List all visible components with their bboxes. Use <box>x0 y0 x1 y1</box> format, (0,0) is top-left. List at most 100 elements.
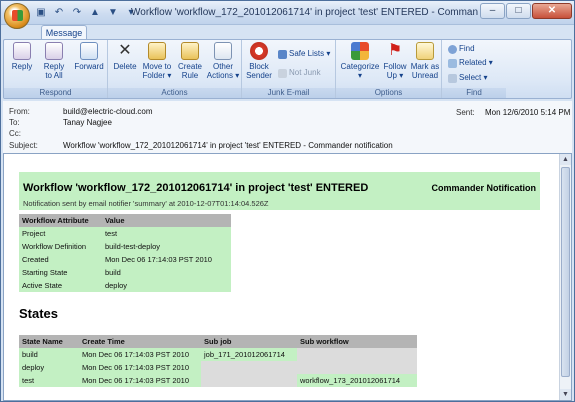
related-icon <box>448 58 457 68</box>
document-icon <box>214 42 232 60</box>
mark-label-1: Mark as <box>410 62 440 71</box>
quick-access-toolbar: ▣ ↶ ↷ ▲ ▼ ▾ <box>35 6 137 20</box>
state-name: deploy <box>19 361 79 374</box>
state-create-time: Mon Dec 06 17:14:03 PST 2010 <box>79 361 201 374</box>
table-row: test Mon Dec 06 17:14:03 PST 2010 workfl… <box>19 374 417 387</box>
follow-label-2: Up ▾ <box>386 71 404 80</box>
options-group: Categorize ▾ ⚑ Follow Up ▾ Mark as Unrea… <box>336 40 442 98</box>
from-label: From: <box>9 107 30 116</box>
message-body: Workflow 'workflow_172_201012061714' in … <box>3 153 572 401</box>
respond-group-label: Respond <box>4 88 107 98</box>
related-button[interactable]: Related ▾ <box>448 58 493 68</box>
tab-message[interactable]: Message <box>41 25 87 40</box>
states-table: State Name Create Time Sub job Sub workf… <box>19 335 417 387</box>
create-rule-button[interactable]: Create Rule <box>176 42 204 80</box>
find-group: Find Related ▾ Select ▾ Find <box>442 40 506 98</box>
column-header: Workflow Attribute <box>19 214 102 227</box>
not-junk-button[interactable]: Not Junk <box>278 68 321 78</box>
not-junk-label: Not Junk <box>289 68 321 77</box>
create-label-1: Create <box>177 62 202 71</box>
to-row: To: Tanay Nagjee <box>9 117 112 128</box>
follow-up-button[interactable]: ⚑ Follow Up ▾ <box>381 42 409 80</box>
table-header-row: State Name Create Time Sub job Sub workf… <box>19 335 417 348</box>
attribute-value: Mon Dec 06 17:14:03 PST 2010 <box>101 253 231 266</box>
find-group-label: Find <box>442 88 506 98</box>
delete-button[interactable]: ✕ Delete <box>112 42 138 71</box>
select-label: Select ▾ <box>459 73 488 82</box>
table-row: Created Mon Dec 06 17:14:03 PST 2010 <box>19 253 231 266</box>
redo-icon[interactable]: ↷ <box>71 7 83 19</box>
scroll-up-arrow-icon[interactable]: ▲ <box>560 154 571 165</box>
safe-lists-icon <box>278 49 287 59</box>
find-label: Find <box>459 44 475 53</box>
attribute-name: Created <box>19 253 102 266</box>
column-header: Create Time <box>79 335 201 348</box>
select-button[interactable]: Select ▾ <box>448 73 487 83</box>
up-arrow-icon[interactable]: ▲ <box>89 7 101 19</box>
other-actions-button[interactable]: Other Actions ▾ <box>206 42 240 80</box>
ribbon: Reply Reply to All Forward Respond ✕ Del… <box>3 39 572 99</box>
undo-icon[interactable]: ↶ <box>53 7 65 19</box>
junk-email-group-label: Junk E-mail <box>242 88 335 98</box>
reply-all-label-1: Reply <box>43 62 65 71</box>
table-row: Project test <box>19 227 231 240</box>
subject-row: Subject: Workflow 'workflow_172_20101206… <box>9 140 393 151</box>
column-header: Sub workflow <box>297 335 417 348</box>
down-arrow-icon[interactable]: ▼ <box>107 7 119 19</box>
close-button[interactable]: ✕ <box>532 3 572 19</box>
table-row: Workflow Definition build-test-deploy <box>19 240 231 253</box>
ribbon-tabs: Message <box>1 25 574 40</box>
mark-label-2: Unread <box>411 71 439 80</box>
follow-label-1: Follow <box>383 62 407 71</box>
save-icon[interactable]: ▣ <box>35 7 47 19</box>
respond-group: Reply Reply to All Forward Respond <box>4 40 108 98</box>
delete-icon: ✕ <box>118 42 132 59</box>
maximize-button[interactable]: □ <box>506 3 531 19</box>
state-name: test <box>19 374 79 387</box>
reply-all-icon <box>45 42 63 60</box>
to-value[interactable]: Tanay Nagjee <box>63 117 112 128</box>
state-sub-workflow <box>297 348 417 361</box>
safe-lists-button[interactable]: Safe Lists ▾ <box>278 49 330 59</box>
reply-icon <box>13 42 31 60</box>
move-to-folder-button[interactable]: Move to Folder ▾ <box>140 42 174 80</box>
reply-button[interactable]: Reply <box>8 42 36 71</box>
sent-value: Mon 12/6/2010 5:14 PM <box>485 108 571 117</box>
reply-all-button[interactable]: Reply to All <box>40 42 68 80</box>
to-label: To: <box>9 118 20 127</box>
categorize-label-2: ▾ <box>357 71 362 80</box>
commander-notification-label: Commander Notification <box>431 183 536 193</box>
actions-group: ✕ Delete Move to Folder ▾ Create Rule Ot… <box>108 40 242 98</box>
table-row: deploy Mon Dec 06 17:14:03 PST 2010 <box>19 361 417 374</box>
find-button[interactable]: Find <box>448 44 475 54</box>
vertical-scrollbar[interactable]: ▲ ▼ <box>559 154 571 400</box>
minimize-button[interactable]: – <box>480 3 505 19</box>
options-group-label: Options <box>336 88 441 98</box>
block-label-1: Block <box>249 62 269 71</box>
office-button[interactable] <box>4 3 30 29</box>
attribute-name: Workflow Definition <box>19 240 102 253</box>
from-value[interactable]: build@electric-cloud.com <box>63 106 153 117</box>
related-label: Related ▾ <box>459 58 493 67</box>
attribute-value: build-test-deploy <box>101 240 231 253</box>
envelope-icon <box>416 42 434 60</box>
rule-icon <box>181 42 199 60</box>
cursor-icon <box>448 73 457 83</box>
move-label-2: Folder ▾ <box>142 71 172 80</box>
binoculars-icon <box>448 44 457 54</box>
forward-button[interactable]: Forward <box>72 42 106 71</box>
state-sub-job <box>201 374 297 387</box>
mark-as-unread-button[interactable]: Mark as Unread <box>409 42 441 80</box>
other-label-2: Actions ▾ <box>206 71 240 80</box>
scroll-down-arrow-icon[interactable]: ▼ <box>560 389 571 400</box>
notification-banner: Workflow 'workflow_172_201012061714' in … <box>19 172 540 210</box>
table-row: build Mon Dec 06 17:14:03 PST 2010 job_1… <box>19 348 417 361</box>
state-sub-workflow: workflow_173_201012061714 <box>297 374 417 387</box>
column-header: State Name <box>19 335 79 348</box>
scrollbar-thumb[interactable] <box>561 167 570 377</box>
state-create-time: Mon Dec 06 17:14:03 PST 2010 <box>79 348 201 361</box>
block-sender-button[interactable]: Block Sender <box>245 42 273 80</box>
forward-label: Forward <box>74 62 104 71</box>
categorize-button[interactable]: Categorize ▾ <box>340 42 380 80</box>
block-label-2: Sender <box>246 71 272 80</box>
